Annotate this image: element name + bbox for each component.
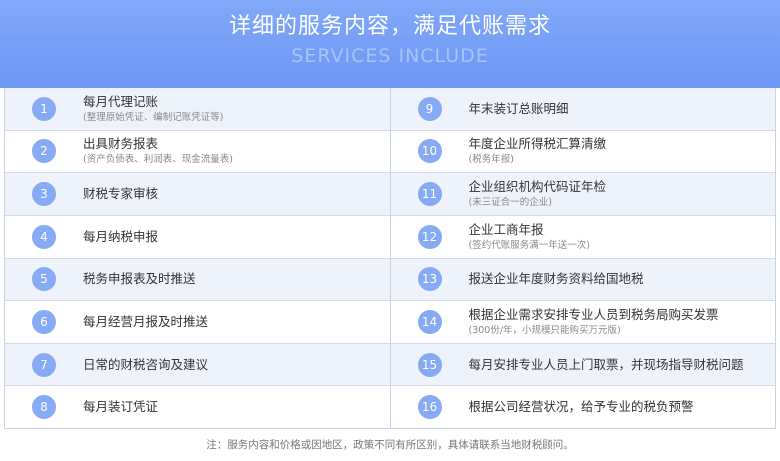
service-text: 年末装订总账明细 [469,101,569,117]
service-label: 年度企业所得税汇算清缴 [468,136,607,152]
service-item: 2 出具财务报表 (资产负债表、利润表、现金流量表) [5,131,390,174]
service-number-badge: 15 [417,352,442,377]
service-item: 7 日常的财税咨询及建议 [5,343,390,387]
service-text: 根据企业需求安排专业人员到税务局购买发票 (300份/年，小规模只能购买万元版) [469,307,719,337]
service-detail: (300份/年，小规模只能购买万元版) [468,324,621,336]
service-label: 年末装订总账明细 [468,100,569,116]
page-title: 详细的服务内容，满足代账需求 [228,14,551,39]
service-number-badge: 12 [417,224,442,249]
service-detail: (签约代账服务满一年送一次) [468,239,590,251]
service-item: 8 每月装订凭证 [5,386,390,428]
service-text: 每月代理记账 (整理原始凭证、编制记账凭证等) [83,94,223,124]
service-item: 4 每月纳税申报 [5,216,390,259]
service-label: 出具财务报表 [83,136,159,152]
service-label: 企业组织机构代码证年检 [468,179,607,195]
service-label: 根据企业需求安排专业人员到税务局购买发票 [468,306,719,322]
service-label: 每月安排专业人员上门取票，并现场指导财税问题 [468,356,744,372]
header-banner: 详细的服务内容，满足代账需求 SERVICES INCLUDE [0,0,780,88]
service-label: 根据公司经营状况，给予专业的税负预警 [468,399,694,415]
service-text: 根据公司经营状况，给予专业的税负预警 [469,399,694,415]
service-number-badge: 11 [417,182,442,207]
service-item: 13 报送企业年度财务资料给国地税 [390,258,775,302]
service-label: 日常的财税咨询及建议 [83,356,209,372]
service-item: 12 企业工商年报 (签约代账服务满一年送一次) [390,216,775,259]
service-number-badge: 5 [32,267,56,292]
service-text: 出具财务报表 (资产负债表、利润表、现金流量表) [83,136,233,166]
service-number-badge: 8 [32,395,56,420]
service-item: 3 财税专家审核 [5,173,390,216]
service-number-badge: 14 [417,309,442,334]
service-label: 税务申报表及时推送 [83,271,196,287]
service-number-badge: 1 [32,96,56,121]
service-detail: (整理原始凭证、编制记账凭证等) [83,111,224,123]
service-item: 14 根据企业需求安排专业人员到税务局购买发票 (300份/年，小规模只能购买万… [390,301,775,344]
service-detail: (税务年报) [468,154,514,166]
service-label: 每月代理记账 [83,93,159,109]
service-text: 企业工商年报 (签约代账服务满一年送一次) [469,222,590,252]
services-column-left: 1 每月代理记账 (整理原始凭证、编制记账凭证等) 2 出具财务报表 (资产负债… [5,88,390,428]
service-text: 财税专家审核 [83,186,158,202]
service-label: 企业工商年报 [468,221,544,237]
service-label: 财税专家审核 [83,186,159,202]
service-label: 每月经营月报及时推送 [83,313,209,329]
service-item: 15 每月安排专业人员上门取票，并现场指导财税问题 [390,343,775,387]
service-text: 每月安排专业人员上门取票，并现场指导财税问题 [469,357,744,373]
service-item: 9 年末装订总账明细 [390,88,775,131]
service-item: 11 企业组织机构代码证年检 (未三证合一的企业) [390,173,775,216]
service-text: 每月经营月报及时推送 [83,314,208,330]
footer-note: 注：服务内容和价格或因地区，政策不同有所区别，具体请联系当地财税顾问。 [206,439,574,451]
service-number-badge: 3 [32,182,56,207]
services-page: 详细的服务内容，满足代账需求 SERVICES INCLUDE 1 每月代理记账… [0,0,780,461]
services-column-right: 9 年末装订总账明细 10 年度企业所得税汇算清缴 (税务年报) 11 企业组织… [389,88,776,428]
service-text: 税务申报表及时推送 [83,271,196,287]
page-subtitle: SERVICES INCLUDE [291,45,489,67]
service-label: 报送企业年度财务资料给国地税 [468,271,644,287]
services-table: 1 每月代理记账 (整理原始凭证、编制记账凭证等) 2 出具财务报表 (资产负债… [4,88,776,429]
service-number-badge: 4 [32,224,56,249]
service-text: 日常的财税咨询及建议 [83,357,208,373]
service-label: 每月装订凭证 [83,399,159,415]
service-item: 10 年度企业所得税汇算清缴 (税务年报) [390,131,775,174]
service-text: 报送企业年度财务资料给国地税 [469,271,644,287]
service-number-badge: 13 [417,267,442,292]
service-item: 5 税务申报表及时推送 [5,258,390,302]
service-text: 每月装订凭证 [83,399,158,415]
service-number-badge: 16 [417,395,442,420]
service-detail: (资产负债表、利润表、现金流量表) [83,154,233,166]
service-number-badge: 6 [32,309,56,334]
service-number-badge: 7 [32,352,56,377]
service-text: 企业组织机构代码证年检 (未三证合一的企业) [469,179,607,209]
service-label: 每月纳税申报 [83,228,159,244]
service-item: 6 每月经营月报及时推送 [5,301,390,344]
service-item: 16 根据公司经营状况，给予专业的税负预警 [391,386,776,428]
service-text: 每月纳税申报 [83,229,158,245]
service-detail: (未三证合一的企业) [468,197,552,209]
service-text: 年度企业所得税汇算清缴 (税务年报) [469,136,607,166]
service-number-badge: 9 [417,96,442,121]
service-item: 1 每月代理记账 (整理原始凭证、编制记账凭证等) [5,88,390,131]
service-number-badge: 2 [32,139,56,164]
service-number-badge: 10 [417,139,442,164]
